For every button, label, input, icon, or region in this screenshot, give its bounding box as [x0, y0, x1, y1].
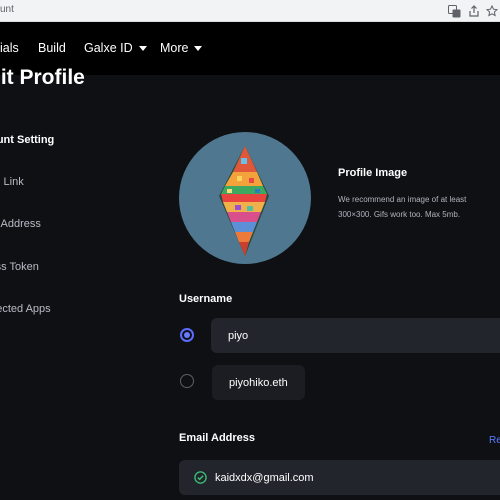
translate-icon[interactable] [446, 3, 462, 19]
sidebar-item-connected-apps[interactable]: nnected Apps [0, 303, 51, 315]
page-title: dit Profile [0, 66, 85, 89]
email-value: kaidxdx@gmail.com [215, 471, 314, 484]
profile-avatar[interactable] [179, 132, 311, 264]
email-reset-link[interactable]: Re [489, 435, 500, 446]
verified-check-icon [194, 471, 207, 484]
chevron-down-icon [138, 45, 147, 51]
nav-item-credentials[interactable]: ials [0, 41, 19, 55]
username-radio-selected[interactable] [180, 328, 194, 342]
profile-image-heading: Profile Image [338, 167, 408, 179]
ethereum-diamond-avatar-art [219, 146, 269, 256]
username-label: Username [179, 293, 233, 305]
sidebar-item-wallet-address[interactable]: llet Address [0, 218, 41, 230]
chevron-down-icon [194, 45, 203, 51]
ens-name-option[interactable]: piyohiko.eth [212, 365, 305, 400]
sidebar-item-access-token[interactable]: cess Token [0, 261, 39, 273]
star-bookmark-icon[interactable] [484, 3, 500, 19]
email-field[interactable]: kaidxdx@gmail.com [179, 460, 500, 495]
profile-image-description: We recommend an image of at least 300×30… [338, 195, 467, 219]
email-label: Email Address [179, 432, 256, 444]
browser-toolbar: unt [0, 0, 500, 22]
browser-tab-title: unt [0, 4, 14, 15]
ens-radio[interactable] [180, 374, 194, 388]
username-input[interactable] [211, 318, 500, 353]
share-icon[interactable] [466, 3, 482, 19]
sidebar-item-account-setting[interactable]: count Setting [0, 134, 54, 146]
nav-item-more[interactable]: More [160, 41, 203, 55]
nav-item-build[interactable]: Build [38, 41, 66, 55]
nav-item-galxe-id[interactable]: Galxe ID [84, 41, 147, 55]
sidebar-item-social-link[interactable]: cial Link [0, 176, 24, 188]
